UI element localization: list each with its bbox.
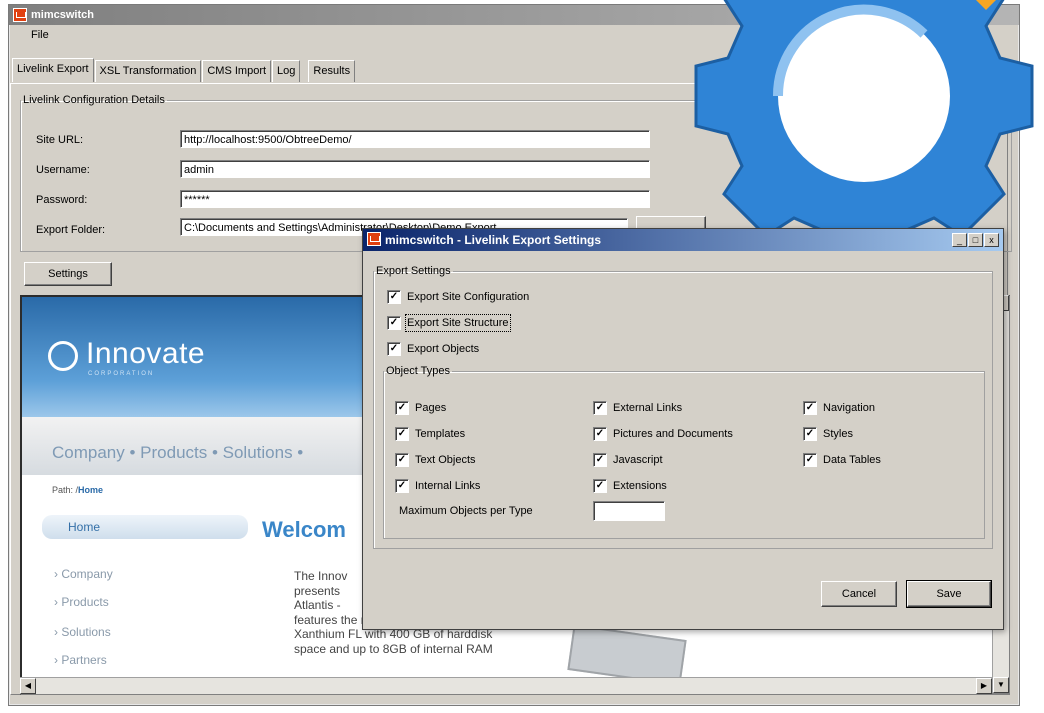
export-folder-label: Export Folder: — [36, 224, 106, 236]
preview-welcome-heading: Welcom — [262, 517, 346, 542]
password-label: Password: — [36, 194, 88, 206]
dialog-title: mimcswitch - Livelink Export Settings — [385, 233, 602, 247]
preview-nav-links[interactable]: Company • Products • Solutions • — [52, 443, 303, 463]
username-input[interactable]: admin — [180, 160, 650, 178]
menu-bar: File — [9, 25, 1019, 45]
checkbox-label: Internal Links — [415, 480, 481, 492]
tab-livelink-export[interactable]: Livelink Export — [12, 58, 94, 82]
site-url-input[interactable]: http://localhost:9500/ObtreeDemo/ — [180, 130, 650, 148]
checkbox-label: Pages — [415, 402, 447, 414]
app-icon — [13, 8, 27, 22]
checkbox-check-icon: ✓ — [803, 401, 817, 415]
checkbox-check-icon: ✓ — [593, 453, 607, 467]
dialog-app-icon — [367, 232, 381, 246]
tab-xsl-transformation[interactable]: XSL Transformation — [94, 60, 202, 82]
checkbox-label: Javascript — [613, 454, 663, 466]
tab-log[interactable]: Log — [272, 60, 301, 82]
maximize-icon[interactable]: □ — [968, 233, 983, 247]
max-objects-input[interactable] — [593, 501, 665, 521]
checkbox-label: Export Site Structure — [405, 314, 511, 332]
password-input[interactable]: ****** — [180, 190, 650, 208]
preview-logo-sub: CORPORATION — [88, 371, 155, 377]
checkbox-label: Extensions — [613, 480, 667, 492]
preview-side-partners[interactable]: › Partners — [54, 653, 107, 667]
object-types-legend: Object Types — [386, 365, 450, 377]
checkbox-check-icon: ✓ — [387, 342, 401, 356]
minimize-icon[interactable]: _ — [952, 233, 967, 247]
preview-horizontal-scrollbar[interactable]: ◀ ▶ — [20, 677, 992, 694]
config-legend: Livelink Configuration Details — [23, 94, 165, 106]
preview-side-partners-label: Partners — [61, 653, 107, 667]
max-objects-label: Maximum Objects per Type — [399, 505, 533, 517]
title-bar: mimcswitch — [9, 5, 1019, 25]
cancel-button[interactable]: Cancel — [821, 581, 897, 607]
preview-home-label: Home — [68, 520, 101, 534]
checkbox-check-icon: ✓ — [593, 401, 607, 415]
dialog-title-bar: mimcswitch - Livelink Export Settings — [363, 229, 1003, 251]
checkbox-check-icon: ✓ — [803, 453, 817, 467]
checkbox-label: Text Objects — [415, 454, 476, 466]
preview-logo: Innovate — [86, 337, 206, 370]
checkbox-label: Styles — [823, 428, 853, 440]
checkbox-check-icon: ✓ — [395, 401, 409, 415]
preview-path-home[interactable]: Home — [78, 485, 103, 495]
checkbox-check-icon: ✓ — [395, 479, 409, 493]
preview-side-solutions[interactable]: › Solutions — [54, 625, 111, 639]
scroll-left-icon[interactable]: ◀ — [20, 678, 36, 694]
scroll-down-icon[interactable]: ▼ — [993, 677, 1009, 693]
settings-button[interactable]: Settings — [24, 262, 112, 286]
menu-file[interactable]: File — [31, 29, 49, 41]
checkbox-label: Export Site Configuration — [407, 291, 530, 303]
checkbox-check-icon: ✓ — [387, 290, 401, 304]
checkbox-label: External Links — [613, 402, 683, 414]
checkbox-label: Data Tables — [823, 454, 881, 466]
scroll-right-icon[interactable]: ▶ — [976, 678, 992, 694]
preview-blurb-line: space and up to 8GB of internal RAM — [294, 641, 493, 656]
checkbox-label: Templates — [415, 428, 466, 440]
save-button[interactable]: Save — [906, 580, 992, 608]
export-settings-dialog: mimcswitch - Livelink Export Settings _ … — [362, 228, 1004, 630]
preview-side-products[interactable]: › Products — [54, 595, 109, 609]
close-icon[interactable]: x — [984, 233, 999, 247]
tab-strip: Livelink Export XSL Transformation CMS I… — [12, 58, 356, 82]
checkbox-check-icon: ✓ — [387, 316, 401, 330]
checkbox-check-icon: ✓ — [593, 427, 607, 441]
preview-side-solutions-label: Solutions — [61, 625, 111, 639]
preview-home-tab[interactable]: Home — [42, 515, 248, 539]
checkbox-check-icon: ✓ — [803, 427, 817, 441]
window-title: mimcswitch — [31, 9, 94, 21]
preview-side-company-label: Company — [61, 567, 113, 581]
checkbox-check-icon: ✓ — [593, 479, 607, 493]
checkbox-label: Pictures and Documents — [613, 428, 733, 440]
checkbox-label: Navigation — [823, 402, 875, 414]
tab-results[interactable]: Results — [308, 60, 356, 82]
export-settings-legend: Export Settings — [376, 265, 451, 277]
preview-path: Path: /Home — [52, 485, 103, 495]
preview-side-company[interactable]: › Company — [54, 567, 113, 581]
checkbox-check-icon: ✓ — [395, 453, 409, 467]
username-label: Username: — [36, 164, 90, 176]
checkbox-check-icon: ✓ — [395, 427, 409, 441]
checkbox-label: Export Objects — [407, 343, 480, 355]
site-url-label: Site URL: — [36, 134, 84, 146]
preview-side-products-label: Products — [61, 595, 109, 609]
tab-cms-import[interactable]: CMS Import — [202, 60, 272, 82]
innovate-logo-icon — [48, 341, 78, 371]
preview-path-label: Path: / — [52, 485, 79, 495]
